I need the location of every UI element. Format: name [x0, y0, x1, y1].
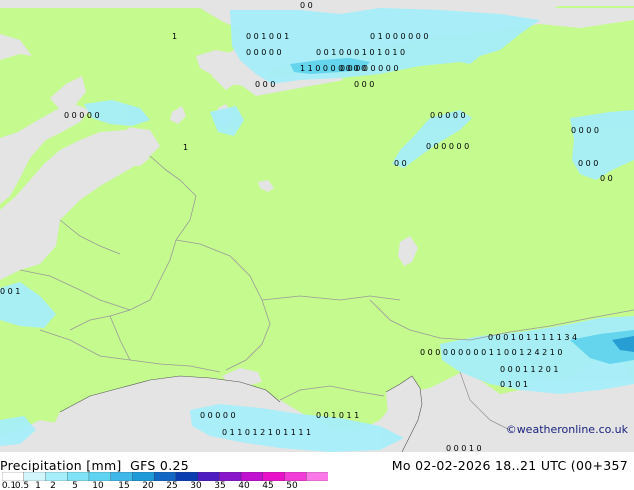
grid-value-row: 0 0 0 1 0 [446, 444, 482, 452]
grid-value-row: 0 0 0 0 0 [200, 411, 236, 420]
grid-value-row: 0 0 0 0 0 [430, 111, 466, 120]
colorbar-tick-label: 10 [92, 481, 104, 490]
grid-value-row: 0 0 0 0 0 [64, 111, 100, 120]
grid-value-row: 0 0 0 0 0 0 0 0 0 1 1 0 0 1 2 4 2 1 0 [420, 348, 562, 357]
colorbar-segment [23, 472, 47, 481]
grid-value-row: 0 0 0 1 0 1 1 1 1 1 3 4 [488, 333, 577, 342]
colorbar-tick-label: 0.5 [14, 481, 30, 490]
colorbar-segment [262, 472, 286, 481]
grid-value-row: 0 1 0 1 [500, 380, 528, 389]
colorbar-segment [2, 472, 25, 481]
legend-title-label: Precipitation [mm] [0, 458, 122, 473]
grid-value-row: 0 0 [600, 174, 613, 183]
grid-value-row: 0 0 1 0 0 0 1 0 1 0 1 0 [316, 48, 405, 57]
colorbar-segment [153, 472, 177, 481]
colorbar-tick-label: 30 [190, 481, 202, 490]
grid-value-row: 0 0 0 [578, 159, 598, 168]
colorbar-segment [197, 472, 220, 481]
colorbar-tick-label: 45 [262, 481, 274, 490]
grid-value-row: 0 1 0 0 0 0 0 0 [370, 32, 429, 41]
forecast-datetime: Mo 02-02-2026 18..21 UTC (00+357 [391, 458, 628, 473]
colorbar-segment [284, 472, 307, 481]
grid-value-row: 0 0 0 0 0 0 [426, 142, 469, 151]
colorbar-tick-label: 2 [50, 481, 56, 490]
colorbar-segment [67, 472, 90, 481]
grid-value-row: 1 [183, 143, 188, 152]
colorbar-tick-label: 25 [166, 481, 178, 490]
colorbar-segment [110, 472, 134, 481]
grid-value-row: 0 0 1 0 1 1 [316, 411, 359, 420]
legend-bar: ©weatheronline.co.uk Precipitation [mm] … [0, 423, 634, 490]
colorbar-tick-label: 1 [35, 481, 41, 490]
colorbar-segment [240, 472, 264, 481]
colorbar-tick-label: 15 [118, 481, 130, 490]
colorbar-tick-label: 20 [142, 481, 154, 490]
colorbar-tick-label: 35 [214, 481, 226, 490]
grid-value-row: 0 0 0 [255, 80, 275, 89]
grid-value-row: 0 0 1 0 0 1 [246, 32, 289, 41]
colorbar-segment [219, 472, 242, 481]
precipitation-map: 0 010 0 0 0 00 0 1 0 0 10 0 00 1 0 0 0 0… [0, 0, 634, 452]
colorbar-segment [175, 472, 199, 481]
colorbar-ticks: 0.1 0.5 1 2 5 10 15 20 25 30 35 40 45 50 [0, 481, 340, 490]
credit-text[interactable]: ©weatheronline.co.uk [506, 423, 628, 436]
colorbar-tick-label: 5 [72, 481, 78, 490]
grid-value-row: 1 [172, 32, 177, 41]
map-stage: 0 010 0 0 0 00 0 1 0 0 10 0 00 1 0 0 0 0… [0, 0, 634, 490]
colorbar-segment [306, 472, 328, 481]
colorbar-tick-label: 50 [286, 481, 298, 490]
grid-value-row: 0 0 1 [0, 287, 20, 296]
colorbar-segment [45, 472, 68, 481]
colorbar-segment [132, 472, 155, 481]
colorbar-segment [88, 472, 112, 481]
grid-value-row: 0 0 0 1 1 2 0 1 [500, 365, 559, 374]
grid-value-row: 0 1 1 0 1 2 1 0 1 1 1 1 [222, 428, 311, 437]
grid-value-row: 1 1 0 0 0 0 0 0 0 [300, 64, 366, 73]
grid-value-row: 0 0 [394, 159, 407, 168]
legend-model: GFS 0.25 [130, 458, 189, 473]
grid-value-row: 0 0 0 0 0 [246, 48, 282, 57]
grid-value-row: 0 0 0 0 [571, 126, 599, 135]
colorbar-tick-label: 40 [238, 481, 250, 490]
precipitation-colorbar [2, 472, 328, 481]
legend-title: Precipitation [mm] GFS 0.25 [0, 458, 189, 473]
grid-value-row: 0 0 0 [354, 80, 374, 89]
grid-value-row: 0 0 [300, 1, 313, 10]
